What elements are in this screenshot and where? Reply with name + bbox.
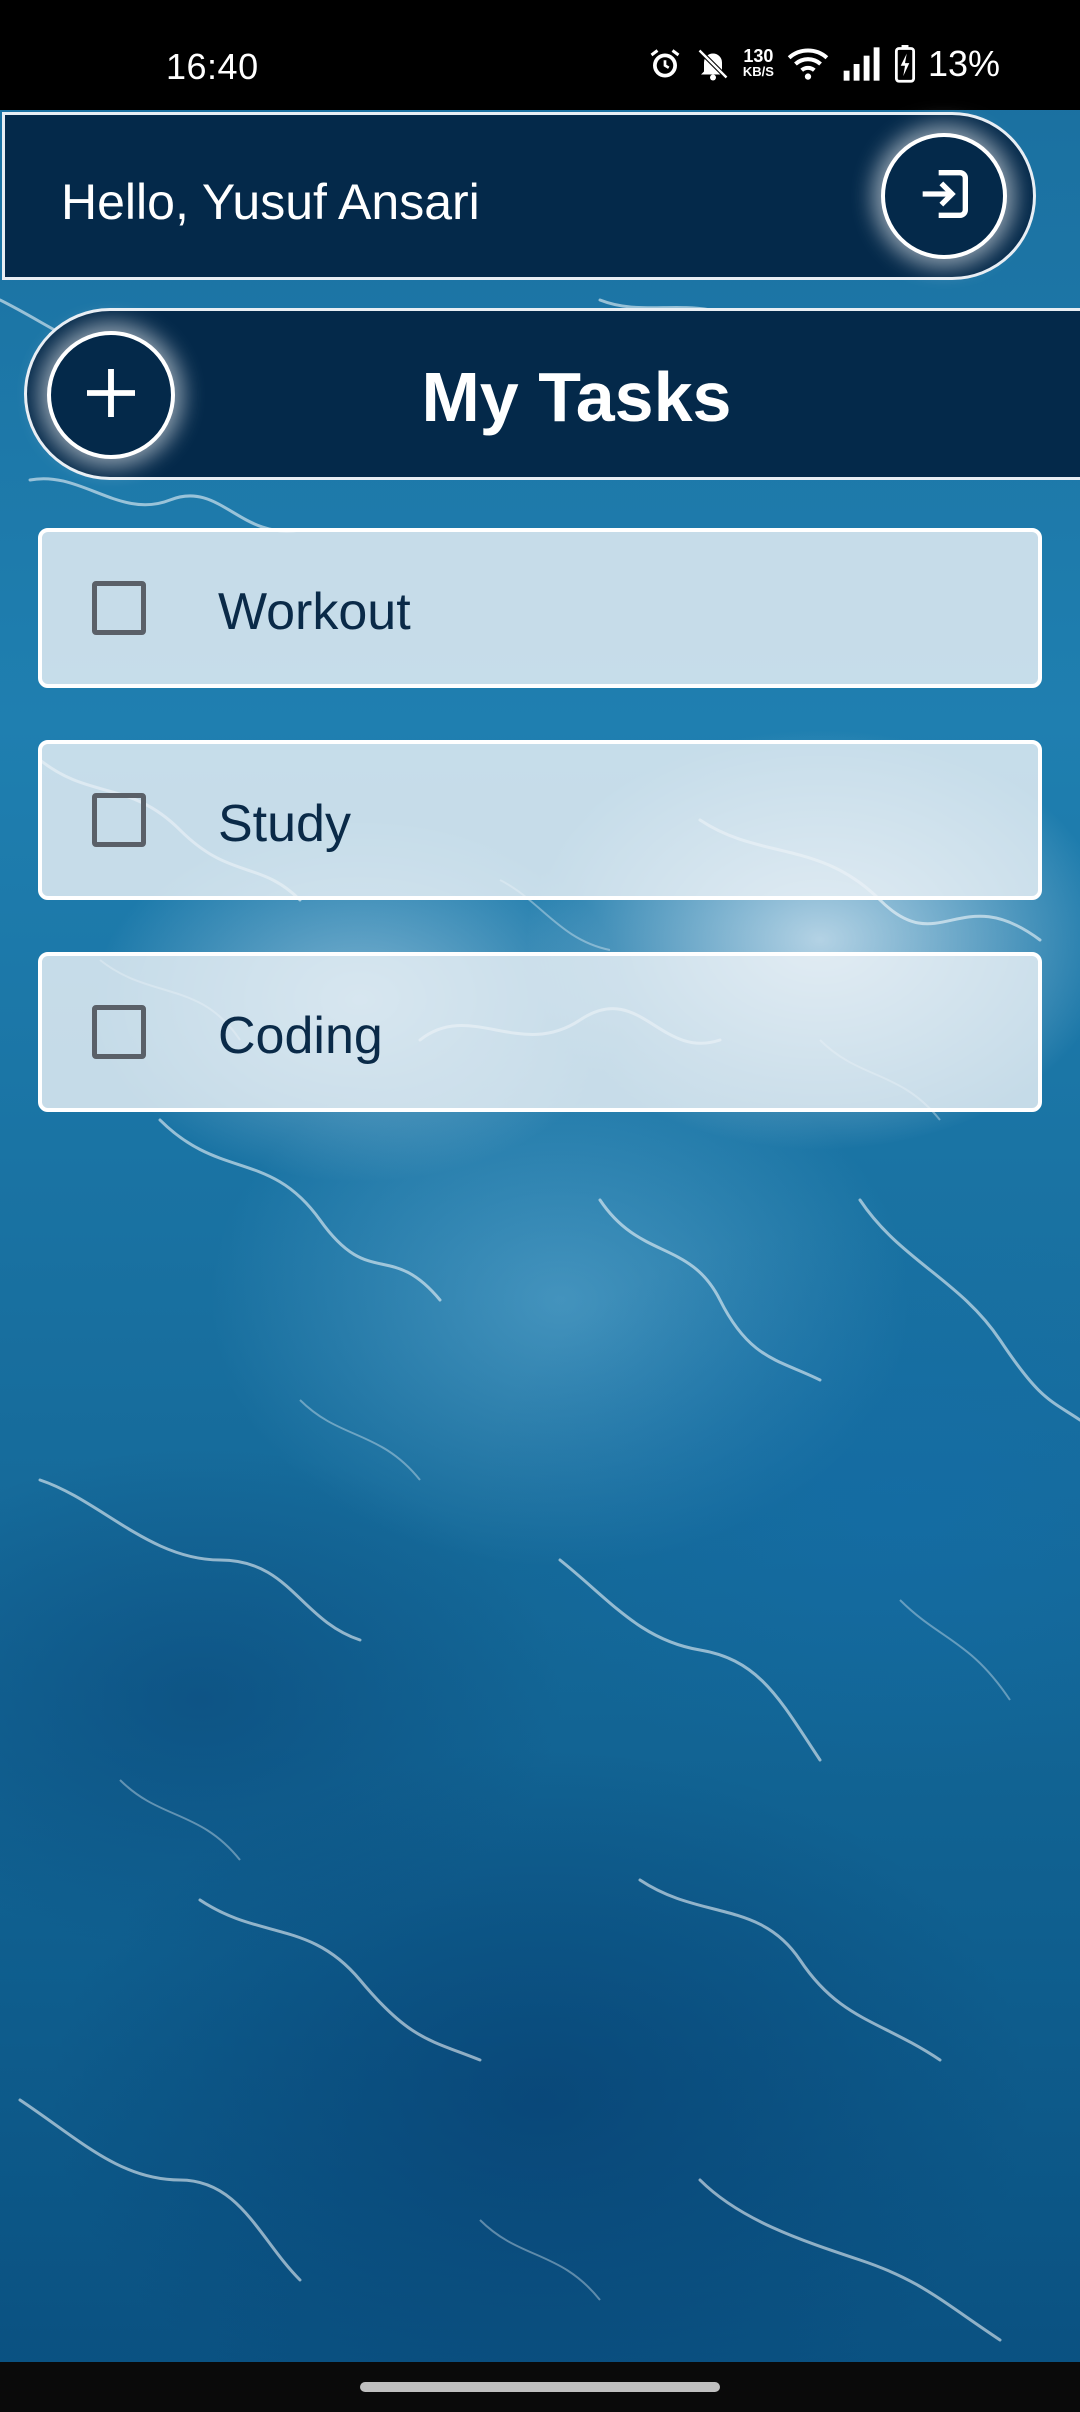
logout-button[interactable]: [881, 133, 1007, 259]
task-checkbox[interactable]: [92, 793, 146, 847]
network-speed: 130 KB/S: [742, 46, 774, 79]
greeting-header: Hello, Yusuf Ansari: [2, 112, 1036, 280]
greeting-text: Hello, Yusuf Ansari: [61, 174, 480, 230]
bell-off-icon: [695, 46, 731, 82]
task-label: Workout: [218, 583, 411, 641]
task-list: Workout Study Coding: [38, 528, 1042, 1164]
task-item-workout[interactable]: Workout: [38, 528, 1042, 688]
task-label: Study: [218, 795, 351, 853]
battery-charging-icon: [894, 45, 916, 83]
status-time: 16:40: [166, 46, 259, 87]
wifi-icon: [786, 46, 830, 82]
title-bar: My Tasks: [24, 308, 1080, 480]
task-checkbox[interactable]: [92, 581, 146, 635]
alarm-icon: [647, 46, 683, 82]
signal-icon: [842, 47, 882, 81]
status-icons: 130 KB/S 13%: [647, 42, 1000, 86]
network-speed-unit: KB/S: [742, 64, 774, 79]
task-item-coding[interactable]: Coding: [38, 952, 1042, 1112]
task-label: Coding: [218, 1007, 383, 1065]
logout-icon: [912, 162, 976, 231]
task-item-study[interactable]: Study: [38, 740, 1042, 900]
task-checkbox[interactable]: [92, 1005, 146, 1059]
app-screen: 16:40 130 KB/S 13% Hello, Yusuf Ansari M…: [0, 0, 1080, 2412]
network-speed-value: 130: [743, 46, 774, 66]
navigation-bar: [0, 2362, 1080, 2412]
status-bar: 16:40 130 KB/S 13%: [0, 0, 1080, 110]
battery-percent: 13%: [927, 43, 1000, 84]
home-gesture-handle[interactable]: [360, 2382, 720, 2392]
page-title: My Tasks: [421, 358, 732, 436]
